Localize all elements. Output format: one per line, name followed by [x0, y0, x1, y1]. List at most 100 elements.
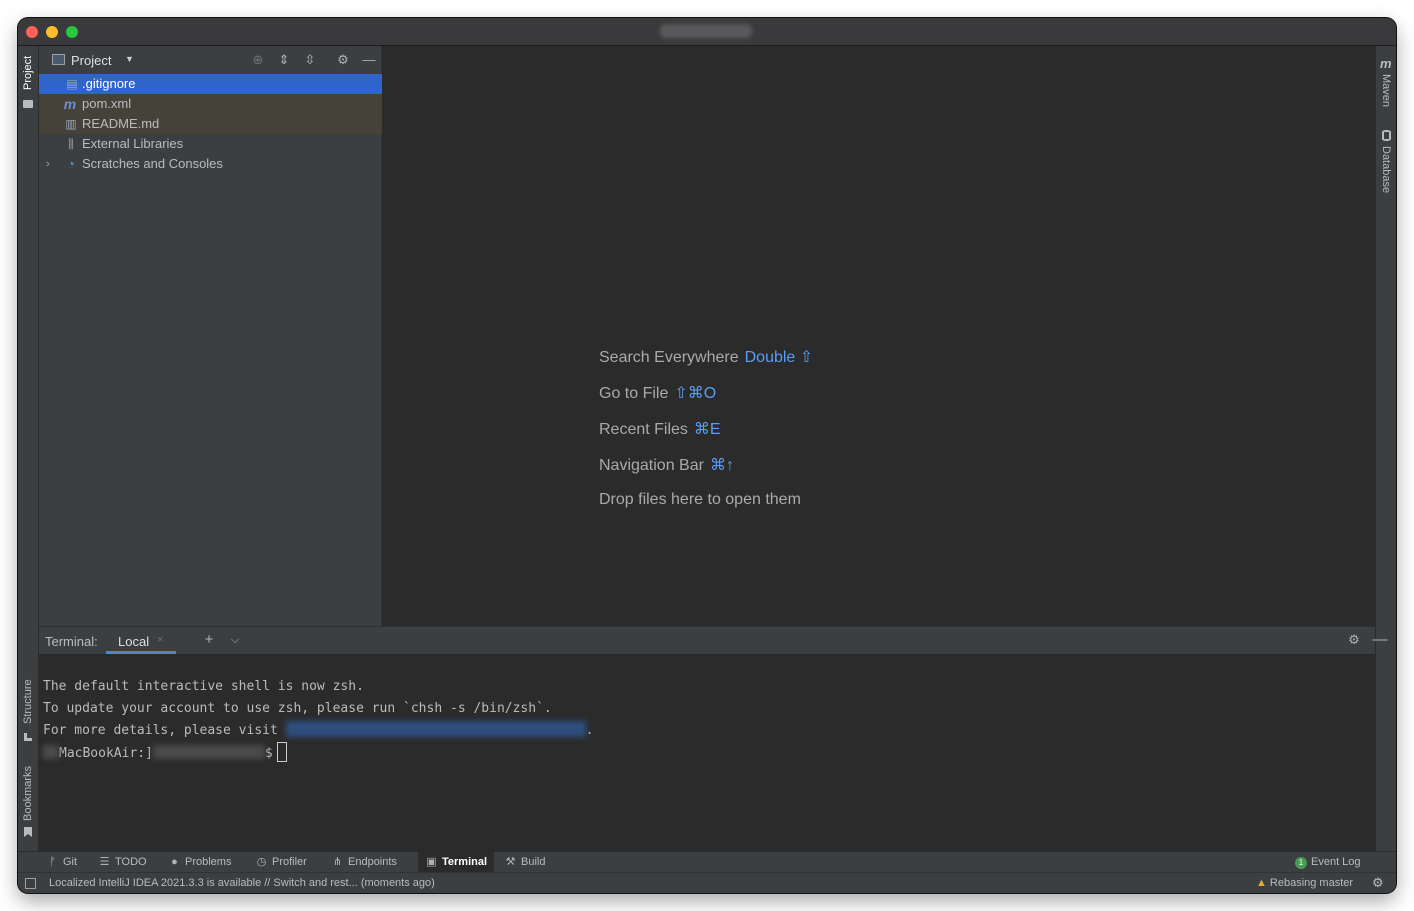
hint-label: Search Everywhere	[599, 349, 739, 366]
maven-icon: m	[1380, 56, 1392, 71]
vcs-status-label: Rebasing master	[1269, 877, 1354, 889]
close-window-button[interactable]	[26, 26, 38, 38]
terminal-line: For more details, please visit .	[43, 720, 593, 742]
hint-label: Recent Files	[599, 421, 688, 438]
toolbar-label: Problems	[185, 856, 232, 868]
structure-tool-tab-label: Structure	[22, 679, 34, 724]
terminal-panel: Terminal: Local × + ⌵ ⚙ — The default in…	[39, 626, 1388, 851]
toolbar-build[interactable]: ⚒ Build	[504, 852, 546, 873]
hint-shortcut: ⌘E	[693, 421, 721, 438]
toolbar-event-log[interactable]: 1 Event Log	[1295, 852, 1361, 873]
tool-window-bar: ᚠ Git ☰ TODO ● Problems ◷ Profiler ⋔ Endpoint…	[18, 851, 1396, 873]
markdown-file-icon: ▥	[65, 117, 77, 131]
toolbar-label: Event Log	[1311, 856, 1361, 868]
toggle-tool-windows-icon[interactable]	[25, 878, 36, 889]
tree-item-scratches[interactable]: › ◔ Scratches and Consoles	[39, 154, 382, 174]
project-tool-tab-label: Project	[22, 55, 34, 90]
chevron-down-icon[interactable]: ⌵	[226, 631, 244, 649]
hide-panel-icon[interactable]: —	[361, 52, 377, 68]
hint-shortcut: ⌘↑	[709, 457, 734, 474]
terminal-text: .	[585, 723, 594, 738]
hint-shortcut: Double ⇧	[744, 349, 814, 366]
chevron-right-icon[interactable]: ›	[46, 154, 50, 174]
tree-item-label: pom.xml	[82, 96, 132, 111]
folder-icon	[23, 100, 33, 108]
project-view-selector[interactable]: Project	[71, 53, 111, 68]
toolbar-todo[interactable]: ☰ TODO	[98, 852, 147, 873]
terminal-line: The default interactive shell is now zsh…	[43, 679, 364, 694]
tree-item-readme[interactable]: ▥ README.md	[39, 114, 382, 134]
project-view-icon	[52, 54, 65, 65]
prompt-host: MacBookAir:	[59, 746, 146, 761]
toolbar-problems[interactable]: ● Problems	[168, 852, 231, 873]
project-panel-header: Project ▼ ⊕ ⇕ ⇳ ⚙ —	[39, 46, 382, 73]
scratches-icon: ◔	[67, 157, 75, 171]
hint-navigation-bar: Navigation Bar ⌘↑	[599, 455, 734, 475]
terminal-cursor	[276, 742, 287, 762]
hammer-icon: ⚒	[505, 856, 516, 868]
toolbar-label: Git	[63, 856, 78, 868]
close-icon[interactable]: ×	[157, 634, 163, 646]
structure-tool-tab[interactable]: Structure	[22, 679, 34, 724]
gear-icon[interactable]: ⚙	[335, 52, 351, 68]
warning-icon: ▲	[1256, 877, 1267, 889]
maven-icon: m	[63, 96, 77, 112]
terminal-text: For more details, please visit	[43, 723, 286, 738]
minimize-window-button[interactable]	[46, 26, 58, 38]
locate-file-icon[interactable]: ⊕	[250, 52, 266, 68]
database-tool-tab[interactable]: Database	[1380, 146, 1392, 193]
toolbar-profiler[interactable]: ◷ Profiler	[255, 852, 307, 873]
expand-all-icon[interactable]: ⇕	[276, 52, 292, 68]
maven-tool-tab[interactable]: Maven	[1380, 74, 1392, 107]
toolbar-label: Build	[521, 856, 546, 868]
terminal-icon: ▣	[426, 856, 437, 868]
hint-label: Drop files here to open them	[599, 491, 801, 508]
editor-area[interactable]: Search Everywhere Double ⇧ Go to File ⇧⌘O …	[383, 46, 1375, 626]
tree-item-pom[interactable]: m pom.xml	[39, 94, 382, 114]
toolbar-label: Profiler	[272, 856, 307, 868]
toolbar-git[interactable]: ᚠ Git	[46, 852, 77, 873]
terminal-tab-label: Local	[118, 634, 150, 649]
gear-icon[interactable]: ⚙	[1345, 631, 1363, 649]
hint-label: Navigation Bar	[599, 457, 704, 474]
bookmarks-tool-tab[interactable]: Bookmarks	[22, 766, 34, 821]
tree-item-label: .gitignore	[82, 76, 136, 91]
terminal-line: To update your account to use zsh, pleas…	[43, 701, 552, 716]
redacted-path	[152, 745, 265, 759]
chevron-down-icon[interactable]: ▼	[125, 54, 134, 64]
libraries-icon: ⫼	[68, 137, 74, 151]
maximize-window-button[interactable]	[66, 26, 78, 38]
redacted-user	[43, 745, 59, 759]
right-tool-strip: m Maven Database	[1375, 46, 1396, 851]
project-tool-tab[interactable]: Project	[22, 56, 34, 90]
info-icon: ●	[171, 856, 178, 868]
toolbar-endpoints[interactable]: ⋔ Endpoints	[331, 852, 397, 873]
hint-recent-files: Recent Files ⌘E	[599, 419, 721, 439]
terminal-header: Terminal: Local × + ⌵ ⚙ —	[39, 627, 1388, 654]
status-bar: Localized IntelliJ IDEA 2021.3.3 is avai…	[18, 872, 1396, 893]
tree-item-label: Scratches and Consoles	[82, 156, 223, 171]
profiler-icon: ◷	[256, 856, 267, 868]
collapse-all-icon[interactable]: ⇳	[302, 52, 318, 68]
terminal-output[interactable]: The default interactive shell is now zsh…	[43, 676, 593, 764]
maven-tool-tab-label: Maven	[1380, 74, 1392, 108]
toolbar-label: Endpoints	[348, 856, 397, 868]
prompt-symbol: $	[264, 746, 273, 761]
new-terminal-button[interactable]: +	[200, 631, 218, 649]
vcs-status[interactable]: ▲ Rebasing master	[1256, 877, 1353, 889]
status-message[interactable]: Localized IntelliJ IDEA 2021.3.3 is avai…	[49, 877, 435, 889]
git-file-icon: ▤	[66, 77, 78, 91]
tree-item-label: External Libraries	[82, 136, 184, 151]
structure-icon	[24, 733, 32, 741]
tree-item-external-libraries[interactable]: ⫼ External Libraries	[39, 134, 382, 154]
hide-panel-icon[interactable]: —	[1371, 631, 1389, 649]
toolbar-label: TODO	[115, 856, 147, 868]
list-icon: ☰	[99, 856, 110, 868]
endpoints-icon: ⋔	[332, 856, 343, 868]
gear-icon[interactable]: ⚙	[1372, 875, 1384, 891]
terminal-title: Terminal:	[45, 634, 98, 649]
tree-item-gitignore[interactable]: ▤ .gitignore	[39, 74, 382, 94]
terminal-tab-local[interactable]: Local ×	[106, 627, 176, 654]
event-count-badge: 1	[1295, 857, 1307, 869]
toolbar-terminal[interactable]: ▣ Terminal	[418, 852, 495, 873]
